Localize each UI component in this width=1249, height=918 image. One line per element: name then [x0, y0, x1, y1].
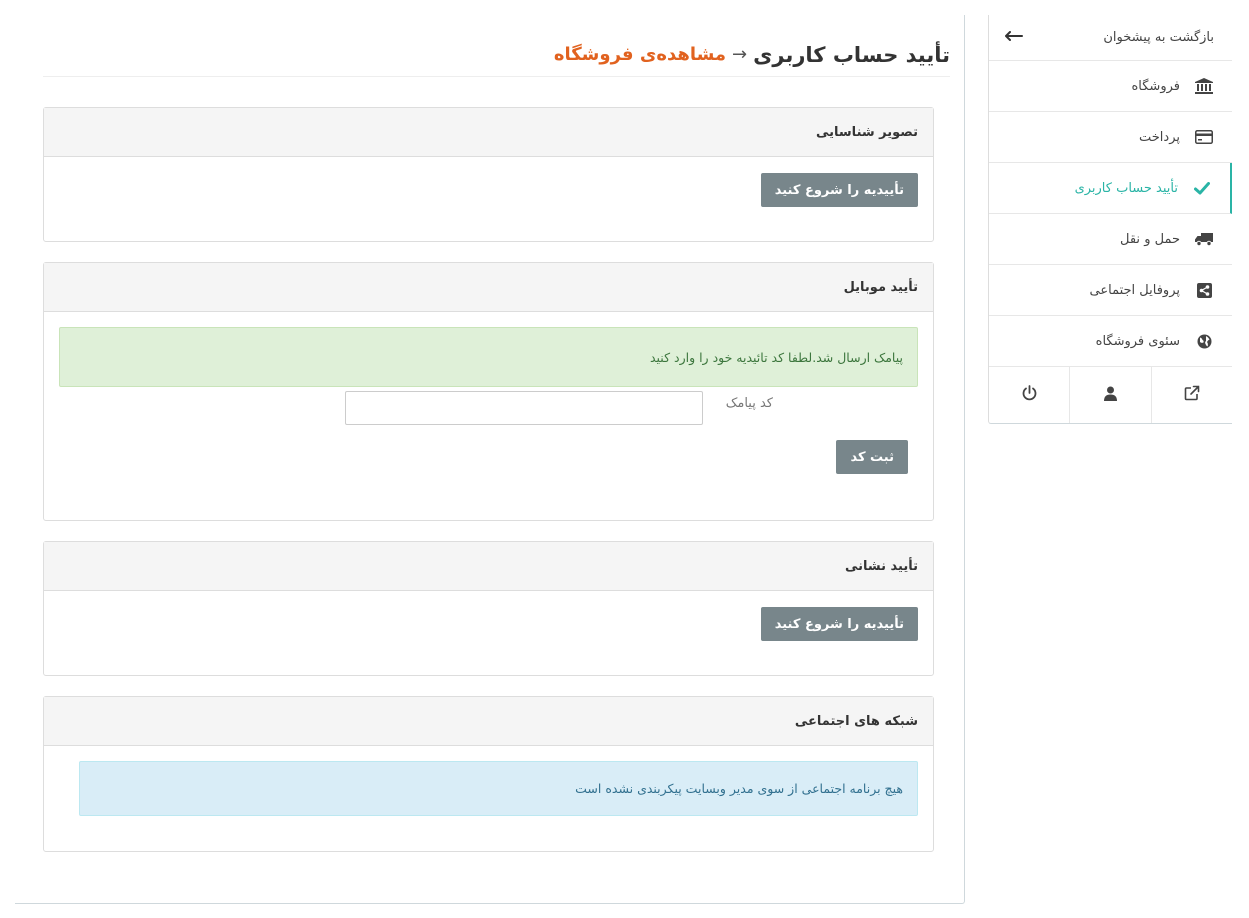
view-site-button[interactable] [1150, 367, 1232, 423]
id-image-panel: تصویر شناسایی تأییدیه را شروع کنید [43, 107, 934, 242]
sidebar-footer [989, 367, 1232, 423]
user-icon [1104, 386, 1118, 405]
credit-card-icon [1194, 130, 1214, 144]
back-to-dashboard-label: بازگشت به پیشخوان [1103, 30, 1214, 45]
sms-sent-alert: پیامک ارسال شد.لطفا کد تائیدیه خود را وا… [59, 327, 918, 387]
arrow-left-icon [1005, 30, 1023, 45]
bank-icon [1194, 78, 1214, 94]
sidebar-item-shipping[interactable]: حمل و نقل [989, 214, 1232, 265]
page-title: تأیید حساب کاربری [753, 42, 950, 67]
sidebar-item-label: فروشگاه [1131, 78, 1180, 94]
main-content: تأیید حساب کاربری → مشاهده‌ی فروشگاه تصو… [15, 15, 965, 904]
start-id-verification-button[interactable]: تأییدیه را شروع کنید [760, 173, 918, 207]
sidebar-item-label: حمل و نقل [1120, 231, 1180, 247]
panel-title: تأیید موبایل [44, 263, 933, 312]
panel-title: تصویر شناسایی [44, 108, 933, 157]
sidebar-item-store-seo[interactable]: سئوی فروشگاه [989, 316, 1232, 367]
external-link-icon [1184, 385, 1200, 405]
share-square-icon [1194, 282, 1214, 298]
panel-title: شبکه های اجتماعی [44, 697, 933, 746]
alert-text: پیامک ارسال شد.لطفا کد تائیدیه خود را وا… [649, 349, 903, 365]
mobile-verification-panel: تأیید موبایل پیامک ارسال شد.لطفا کد تائی… [43, 262, 934, 521]
no-social-apps-alert: هیچ برنامه اجتماعی از سوی مدیر وبسایت پی… [79, 761, 918, 816]
sidebar-item-label: تأیید حساب کاربری [1074, 180, 1178, 196]
sidebar-item-label: پروفایل اجتماعی [1089, 282, 1180, 298]
back-to-dashboard-link[interactable]: بازگشت به پیشخوان [989, 15, 1232, 61]
social-networks-panel: شبکه های اجتماعی هیچ برنامه اجتماعی از س… [43, 696, 934, 852]
submit-code-button[interactable]: ثبت کد [836, 440, 908, 474]
start-address-verification-button[interactable]: تأییدیه را شروع کنید [760, 607, 918, 641]
logout-button[interactable] [989, 367, 1069, 423]
sidebar-item-account-verification[interactable]: تأیید حساب کاربری [989, 163, 1232, 214]
sidebar-item-payment[interactable]: پرداخت [989, 112, 1232, 163]
power-icon [1022, 385, 1037, 405]
truck-icon [1194, 232, 1214, 246]
sidebar-item-label: سئوی فروشگاه [1095, 333, 1180, 349]
address-verification-panel: تأیید نشانی تأییدیه را شروع کنید [43, 541, 934, 676]
globe-icon [1194, 334, 1214, 349]
sms-code-label: کد پیامک [725, 396, 773, 411]
dashboard-sidebar: بازگشت به پیشخوان فروشگاه پرداخت تأیید ح… [988, 15, 1232, 424]
page-header: تأیید حساب کاربری → مشاهده‌ی فروشگاه [43, 33, 950, 77]
panel-title: تأیید نشانی [44, 542, 933, 591]
sidebar-item-social-profile[interactable]: پروفایل اجتماعی [989, 265, 1232, 316]
check-icon [1192, 181, 1212, 195]
breadcrumb-arrow: → [732, 44, 748, 65]
sidebar-item-label: پرداخت [1139, 129, 1180, 145]
alert-text: هیچ برنامه اجتماعی از سوی مدیر وبسایت پی… [575, 781, 903, 796]
profile-button[interactable] [1069, 367, 1150, 423]
view-store-link[interactable]: مشاهده‌ی فروشگاه [554, 44, 726, 65]
sms-code-input[interactable] [345, 391, 703, 425]
sidebar-item-store[interactable]: فروشگاه [989, 61, 1232, 112]
